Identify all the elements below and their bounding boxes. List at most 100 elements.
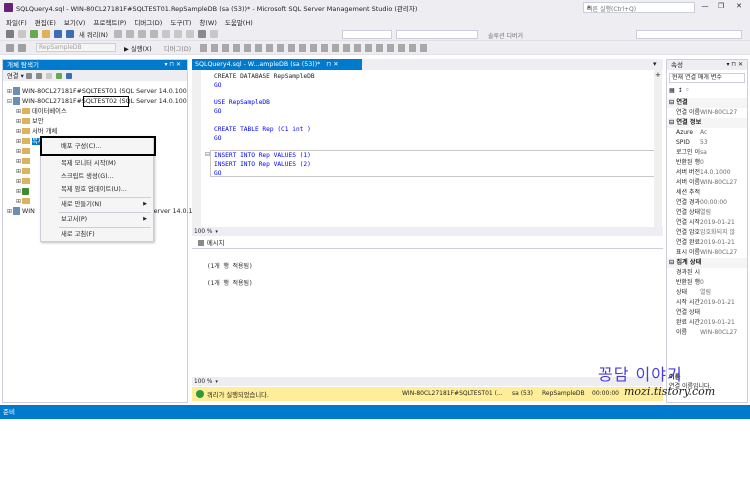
property-row[interactable]: 반환된 행0 — [667, 158, 747, 168]
tab-messages[interactable]: 메시지 — [207, 238, 224, 247]
property-row[interactable]: 상태 열림 — [667, 288, 747, 298]
tree-agent[interactable]: ⊞ — [15, 187, 31, 197]
xmla-query-icon[interactable] — [150, 30, 159, 38]
new-project-icon[interactable] — [30, 30, 38, 38]
results-zoom-level[interactable]: 100 % — [192, 379, 212, 385]
property-row[interactable]: 연결 경과00:00:00 — [667, 198, 747, 208]
find-combo[interactable] — [636, 30, 742, 39]
query-toolbar-icons[interactable] — [200, 44, 430, 52]
menu-project[interactable]: 프로젝트(P) — [93, 17, 126, 27]
property-row[interactable]: 완료 시간2019-01-21 — [667, 318, 747, 328]
tree-folder-8[interactable]: ⊞ — [15, 177, 32, 187]
property-row[interactable]: 이름 WIN-80CL27 — [667, 328, 747, 338]
category-connection-info[interactable]: ⊟ 연결 정보 — [667, 118, 747, 128]
debug-button[interactable]: 디버그(D) — [164, 44, 191, 53]
menu-window[interactable]: 창(W) — [199, 17, 216, 27]
menu-item-launch-replication-monitor[interactable]: 복제 모니터 시작(M) — [41, 157, 153, 170]
back-icon[interactable] — [6, 30, 14, 38]
menu-item-refresh[interactable]: 새로 고침(F) — [41, 228, 153, 241]
category-aggregate-status[interactable]: ⊟ 집계 상태 — [667, 258, 747, 268]
maximize-button[interactable]: ❐ — [714, 2, 728, 13]
property-row[interactable]: 로그인 이sa — [667, 148, 747, 158]
editor-vertical-scrollbar[interactable] — [654, 70, 662, 227]
save-all-icon[interactable] — [66, 30, 74, 38]
property-row[interactable]: Azure Ac — [667, 128, 747, 138]
forward-icon[interactable] — [18, 30, 26, 38]
tree-folder-5[interactable]: ⊞ — [15, 147, 32, 157]
categorized-icon[interactable]: ▦ — [669, 87, 675, 94]
property-row[interactable]: 표시 이름WIN-80CL27 — [667, 248, 747, 258]
pin-icon[interactable]: ▾ ⊓ ✕ — [164, 60, 181, 70]
property-row[interactable]: 연결 암호암호화되지 않 — [667, 228, 747, 238]
connect-dropdown[interactable]: 연결 ▾ — [7, 71, 24, 80]
menu-item-new[interactable]: 새로 만들기(N) ▶ — [41, 198, 153, 211]
solution-config-combo[interactable] — [342, 30, 392, 39]
pin-icon[interactable]: ▾ ⊓ ✕ — [726, 60, 743, 70]
property-row[interactable]: 세션 추적 — [667, 188, 747, 198]
tree-folder-databases[interactable]: ⊞ 데이터베이스 — [15, 107, 67, 117]
property-row[interactable]: 연결 상태 — [667, 308, 747, 318]
editor-zoom-level[interactable]: 100 % — [192, 229, 212, 235]
undo-icon[interactable] — [198, 30, 207, 38]
property-row[interactable]: 반환된 행0 — [667, 278, 747, 288]
expand-icon[interactable]: ⊞ — [6, 87, 13, 97]
platform-combo[interactable] — [396, 30, 478, 39]
split-editor-icon[interactable]: + — [655, 71, 661, 79]
property-pages-icon[interactable]: ⌕ — [686, 86, 689, 94]
property-row[interactable]: 경과된 시 — [667, 268, 747, 278]
close-tab-icon[interactable]: ⊓ ✕ — [326, 61, 338, 68]
tree-xevent[interactable]: ⊞ — [15, 197, 32, 207]
quick-launch-input[interactable]: 빠른 실행(Ctrl+Q) ⌕ — [583, 2, 695, 13]
new-query-button[interactable]: 새 쿼리(N) — [79, 30, 108, 39]
paste-icon[interactable] — [186, 30, 195, 38]
document-tab[interactable]: SQLQuery4.sql - W...ampleDB (sa (53))* ⊓ … — [192, 59, 362, 70]
tree-folder-security[interactable]: ⊞ 보안 — [15, 117, 44, 127]
stop-icon[interactable] — [45, 72, 52, 79]
tree-folder-6[interactable]: ⊞ — [15, 157, 32, 167]
category-connection[interactable]: ⊟ 연결 — [667, 98, 747, 108]
dmx-query-icon[interactable] — [138, 30, 147, 38]
refresh-icon[interactable] — [65, 72, 72, 79]
minimize-button[interactable]: — — [698, 2, 712, 13]
code-editor[interactable] — [192, 70, 654, 227]
copy-icon[interactable] — [174, 30, 183, 38]
change-connection-icon[interactable] — [18, 43, 26, 52]
collapse-region-icon[interactable]: ⊟ — [205, 151, 210, 158]
property-row[interactable]: 시작 시간2019-01-21 — [667, 298, 747, 308]
property-row[interactable]: 서버 이름WIN-80CL27 — [667, 178, 747, 188]
menu-tools[interactable]: 도구(T) — [170, 17, 191, 27]
connect-icon[interactable] — [6, 43, 14, 52]
menu-item-reports[interactable]: 보고서(P) ▶ — [41, 213, 153, 226]
menu-view[interactable]: 보기(V) — [64, 17, 85, 27]
mdx-query-icon[interactable] — [126, 30, 135, 38]
property-row[interactable]: 연결 완료2019-01-21 — [667, 238, 747, 248]
open-file-icon[interactable] — [42, 30, 50, 38]
alphabetical-icon[interactable]: ↕ — [678, 87, 683, 94]
menu-file[interactable]: 파일(F) — [6, 17, 27, 27]
db-engine-query-icon[interactable] — [114, 30, 123, 38]
cut-icon[interactable] — [162, 30, 171, 38]
menu-item-update-replication-passwords[interactable]: 복제 암호 업데이트(U)... — [41, 183, 153, 196]
split-icon[interactable]: ▾ — [653, 60, 657, 68]
tree-folder-7[interactable]: ⊞ — [15, 167, 32, 177]
property-row[interactable]: 서버 버전14.0.1000 — [667, 168, 747, 178]
property-row[interactable]: 연결 이름WIN-80CL27 — [667, 108, 747, 118]
chevron-down-icon[interactable]: ▾ — [215, 379, 218, 385]
disconnect-icon[interactable] — [35, 72, 42, 79]
save-icon[interactable] — [54, 30, 62, 38]
close-button[interactable]: ✕ — [732, 2, 746, 13]
available-db-combo[interactable]: RepSampleDB — [36, 43, 116, 52]
connect-icon[interactable] — [25, 72, 32, 79]
filter-icon[interactable] — [55, 72, 62, 79]
properties-object-combo[interactable]: 현재 연결 매개 변수 — [669, 73, 745, 83]
property-row[interactable]: SPID 53 — [667, 138, 747, 148]
redo-icon[interactable] — [210, 30, 219, 38]
collapse-icon[interactable]: ⊟ — [6, 97, 13, 107]
chevron-down-icon[interactable]: ▾ — [215, 229, 218, 235]
property-row[interactable]: 연결 상태열림 — [667, 208, 747, 218]
menu-edit[interactable]: 편집(E) — [35, 17, 56, 27]
menu-debug[interactable]: 디버그(D) — [134, 17, 162, 27]
execute-button[interactable]: ▶ 실행(X) — [124, 44, 152, 53]
property-row[interactable]: 연결 시작2019-01-21 — [667, 218, 747, 228]
menu-help[interactable]: 도움말(H) — [225, 17, 253, 27]
